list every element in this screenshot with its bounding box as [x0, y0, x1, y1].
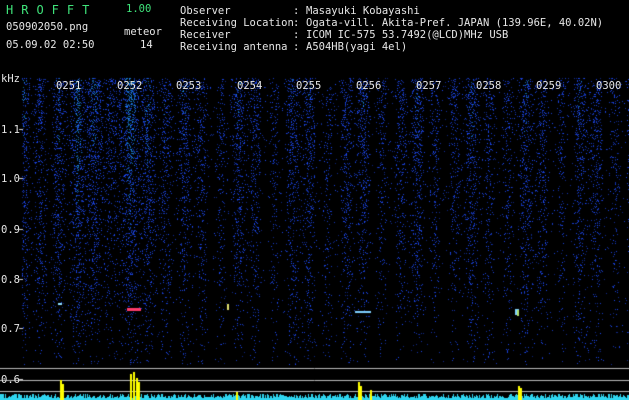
info-key: Observer [180, 5, 231, 17]
info-colon: : [293, 17, 300, 29]
time-label: 0300 [596, 80, 622, 92]
info-value: Ogata-vill. Akita-Pref. JAPAN (139.96E, … [306, 17, 604, 29]
y-tick-label: 0.7 [1, 323, 20, 335]
y-axis-unit: kHz [1, 73, 20, 85]
info-key: Receiver [180, 29, 231, 41]
info-colon: : [293, 5, 300, 17]
meteor-count: 14 [140, 39, 153, 51]
spectrogram-canvas [0, 0, 629, 400]
time-label: 0254 [237, 80, 263, 92]
time-label: 0253 [176, 80, 202, 92]
info-colon: : [293, 41, 300, 53]
info-key: Receiving Location [180, 17, 294, 29]
y-tick-label: 0.8 [1, 274, 20, 286]
info-value: ICOM IC-575 53.7492(@LCD)MHz USB [306, 29, 509, 41]
info-key: Receiving antenna [180, 41, 288, 53]
y-tick-label: 1.1 [1, 124, 20, 136]
info-value: Masayuki Kobayashi [306, 5, 420, 17]
time-label: 0259 [536, 80, 562, 92]
y-tick-label: 1.0 [1, 173, 20, 185]
time-label: 0258 [476, 80, 502, 92]
y-tick-label: 0.9 [1, 224, 20, 236]
capture-filename: 050902050.png [6, 21, 89, 33]
time-label: 0252 [117, 80, 143, 92]
meteor-label: meteor [124, 26, 162, 38]
time-label: 0255 [296, 80, 322, 92]
info-value: A504HB(yagi 4el) [306, 41, 408, 53]
time-label: 0251 [56, 80, 82, 92]
y-tick-label: 0.6 [1, 374, 20, 386]
app-title: HROFFT [6, 3, 98, 17]
time-label: 0257 [416, 80, 442, 92]
capture-datetime: 05.09.02 02:50 [6, 39, 95, 51]
info-colon: : [293, 29, 300, 41]
app-version: 1.00 [126, 3, 152, 15]
time-label: 0256 [356, 80, 382, 92]
